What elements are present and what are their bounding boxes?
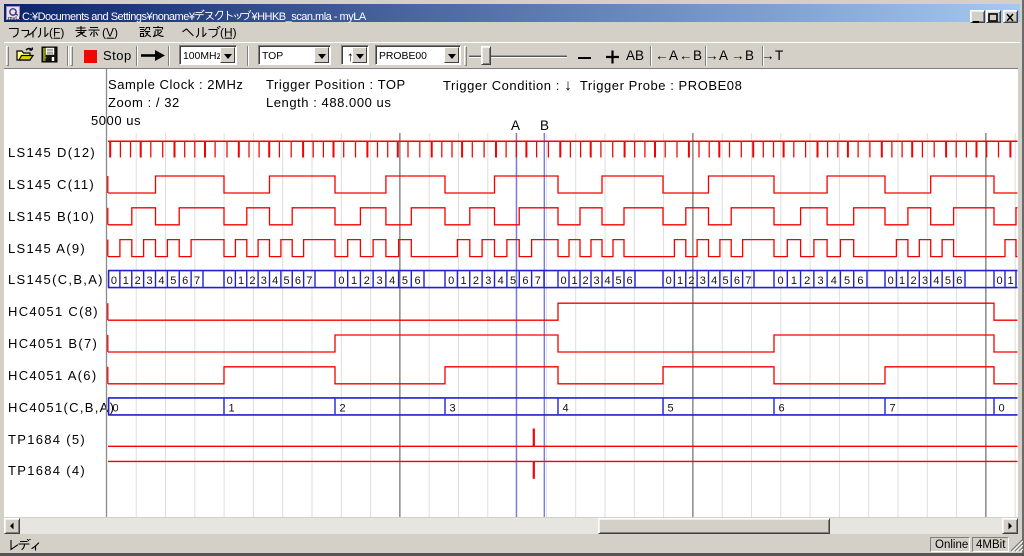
svg-text:2: 2 (364, 275, 370, 287)
svg-text:4: 4 (389, 275, 395, 287)
svg-text:0: 0 (113, 403, 119, 415)
svg-text:5: 5 (402, 275, 408, 287)
svg-text:7: 7 (194, 275, 200, 287)
svg-text:6: 6 (626, 275, 632, 287)
svg-text:4: 4 (831, 275, 837, 287)
svg-text:6: 6 (734, 275, 740, 287)
svg-text:6: 6 (182, 275, 188, 287)
svg-text:3: 3 (376, 275, 382, 287)
svg-text:2: 2 (340, 403, 346, 415)
svg-text:0: 0 (227, 275, 233, 287)
svg-text:4: 4 (158, 275, 164, 287)
svg-text:6: 6 (522, 275, 528, 287)
svg-text:2: 2 (135, 275, 141, 287)
svg-text:7: 7 (890, 403, 896, 415)
svg-text:2: 2 (804, 275, 810, 287)
svg-text:0: 0 (778, 275, 784, 287)
svg-text:1: 1 (571, 275, 577, 287)
svg-text:3: 3 (485, 275, 491, 287)
svg-text:3: 3 (922, 275, 928, 287)
svg-text:3: 3 (147, 275, 153, 287)
svg-text:5: 5 (945, 275, 951, 287)
svg-text:5: 5 (723, 275, 729, 287)
svg-text:3: 3 (593, 275, 599, 287)
svg-text:6: 6 (779, 403, 785, 415)
svg-text:6: 6 (415, 275, 421, 287)
svg-text:1: 1 (229, 403, 235, 415)
svg-text:7: 7 (306, 275, 312, 287)
svg-text:0: 0 (888, 275, 894, 287)
svg-text:3: 3 (700, 275, 706, 287)
svg-text:6: 6 (956, 275, 962, 287)
svg-text:4: 4 (272, 275, 278, 287)
svg-text:0: 0 (448, 275, 454, 287)
svg-text:1: 1 (461, 275, 467, 287)
svg-text:4: 4 (604, 275, 610, 287)
svg-text:1: 1 (351, 275, 357, 287)
svg-text:7: 7 (745, 275, 751, 287)
svg-text:2: 2 (249, 275, 255, 287)
svg-text:6: 6 (857, 275, 863, 287)
svg-text:5: 5 (844, 275, 850, 287)
svg-text:1: 1 (899, 275, 905, 287)
svg-text:4: 4 (933, 275, 939, 287)
svg-text:0: 0 (996, 275, 1002, 287)
svg-text:4: 4 (498, 275, 504, 287)
svg-text:7: 7 (535, 275, 541, 287)
svg-text:5: 5 (284, 275, 290, 287)
svg-text:2: 2 (473, 275, 479, 287)
svg-text:3: 3 (450, 403, 456, 415)
svg-text:1: 1 (238, 275, 244, 287)
svg-text:6: 6 (295, 275, 301, 287)
svg-text:2: 2 (582, 275, 588, 287)
svg-text:2: 2 (688, 275, 694, 287)
svg-text:5: 5 (510, 275, 516, 287)
svg-text:1: 1 (123, 275, 129, 287)
svg-text:5: 5 (170, 275, 176, 287)
svg-text:1: 1 (791, 275, 797, 287)
svg-text:0: 0 (111, 275, 117, 287)
svg-text:0: 0 (560, 275, 566, 287)
svg-text:1: 1 (677, 275, 683, 287)
svg-text:2: 2 (911, 275, 917, 287)
svg-text:1: 1 (1007, 275, 1013, 287)
svg-text:0: 0 (999, 403, 1005, 415)
svg-text:4: 4 (563, 403, 569, 415)
svg-text:5: 5 (615, 275, 621, 287)
svg-text:4: 4 (711, 275, 717, 287)
svg-text:0: 0 (338, 275, 344, 287)
svg-text:0: 0 (666, 275, 672, 287)
svg-text:5: 5 (668, 403, 674, 415)
svg-text:3: 3 (817, 275, 823, 287)
svg-text:3: 3 (261, 275, 267, 287)
